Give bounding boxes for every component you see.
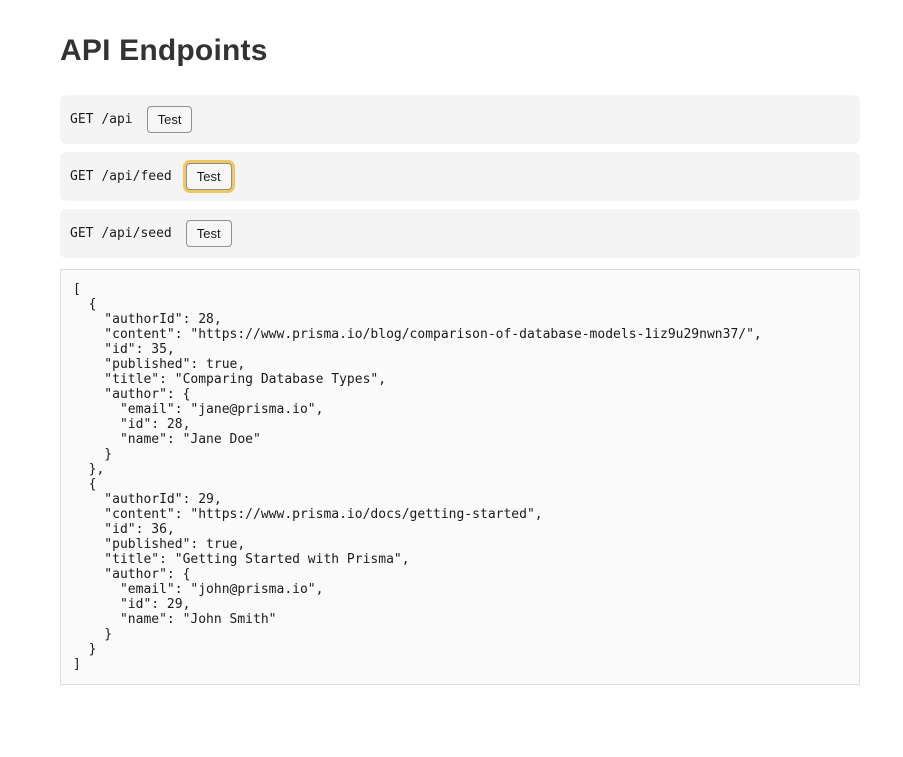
endpoint-row-api: GET /api Test [60, 95, 860, 144]
endpoint-row-api-feed: GET /api/feed Test [60, 152, 860, 201]
response-output: [ { "authorId": 28, "content": "https://… [60, 269, 860, 685]
test-button-api[interactable]: Test [147, 106, 193, 133]
endpoint-label-api-seed: GET /api/seed [70, 226, 172, 241]
endpoint-method: GET [70, 226, 93, 241]
test-button-api-feed[interactable]: Test [186, 163, 232, 190]
endpoint-path: /api [101, 112, 132, 127]
endpoint-method: GET [70, 112, 93, 127]
endpoint-label-api: GET /api [70, 112, 133, 127]
endpoint-label-api-feed: GET /api/feed [70, 169, 172, 184]
endpoint-path: /api/seed [101, 226, 171, 241]
test-button-api-seed[interactable]: Test [186, 220, 232, 247]
endpoint-path: /api/feed [101, 169, 171, 184]
endpoint-method: GET [70, 169, 93, 184]
page: API Endpoints GET /api Test GET /api/fee… [0, 0, 903, 725]
page-title: API Endpoints [60, 33, 860, 68]
endpoint-row-api-seed: GET /api/seed Test [60, 209, 860, 258]
